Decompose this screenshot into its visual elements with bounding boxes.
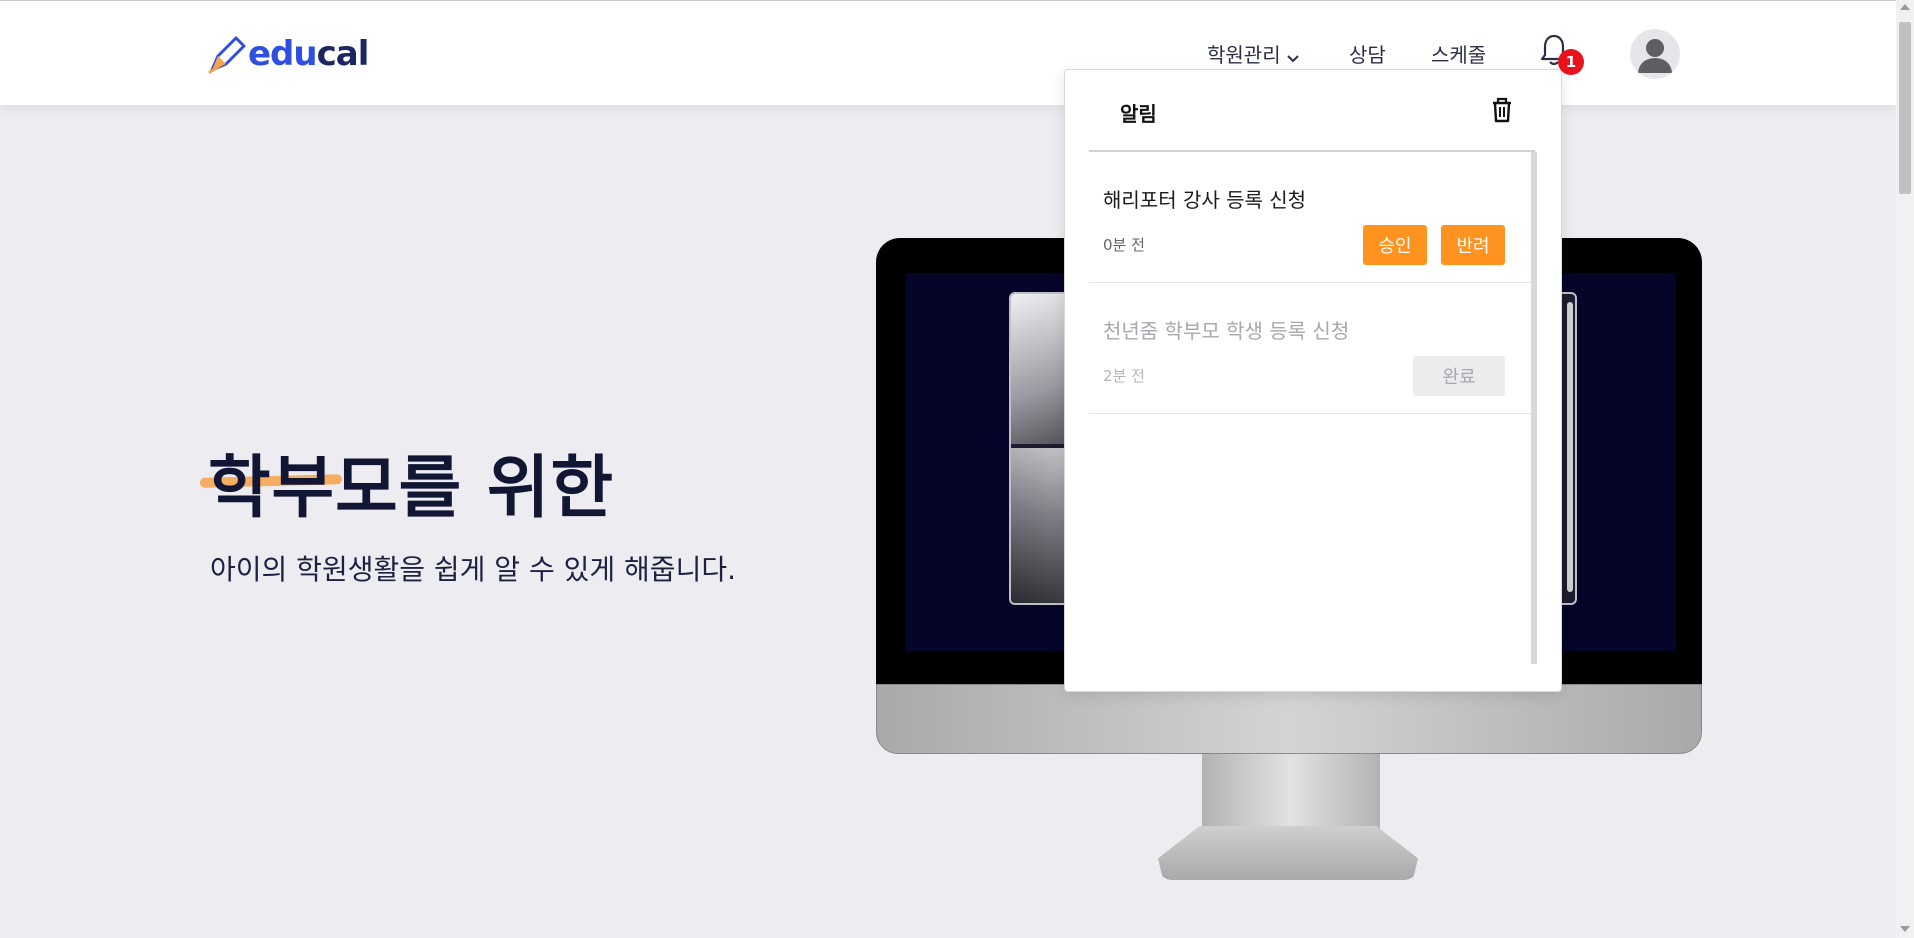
page-scrollbar-thumb[interactable] xyxy=(1899,22,1911,194)
nav-academy-management[interactable]: 학원관리 xyxy=(1207,39,1299,69)
nav-academy-label: 학원관리 xyxy=(1207,43,1281,67)
notification-dropdown: 알림 해리포터 강사 등록 신청 0분 전 승인 반려 천년줌 학부모 학생 등… xyxy=(1064,69,1562,692)
hero-title: 학부모를 위한 xyxy=(208,449,615,528)
notification-scrollbar[interactable] xyxy=(1531,152,1537,664)
pencil-icon xyxy=(208,36,246,74)
educal-logo[interactable]: educal xyxy=(208,31,369,77)
notification-title: 알림 xyxy=(1120,102,1157,126)
reject-button[interactable]: 반려 xyxy=(1441,225,1505,265)
notification-item-time: 0분 전 xyxy=(1103,236,1145,254)
monitor-chin xyxy=(876,684,1702,754)
nav-schedule[interactable]: 스케줄 xyxy=(1431,39,1486,68)
monitor-stand-base xyxy=(1158,826,1418,880)
notification-list: 해리포터 강사 등록 신청 0분 전 승인 반려 천년줌 학부모 학생 등록 신… xyxy=(1089,152,1535,664)
user-avatar[interactable] xyxy=(1630,29,1680,79)
trash-icon[interactable] xyxy=(1489,96,1515,124)
site-header: educal 학원관리 상담 스케줄 1 xyxy=(0,1,1896,105)
done-button[interactable]: 완료 xyxy=(1413,356,1505,396)
scroll-down-arrow-icon[interactable] xyxy=(1900,926,1910,932)
preview-scrollbar xyxy=(1567,302,1573,592)
monitor-stand-neck xyxy=(1202,754,1380,834)
logo-text: educal xyxy=(248,34,369,74)
hero-subtitle: 아이의 학원생활을 쉽게 알 수 있게 해줍니다. xyxy=(210,553,736,586)
notification-item-title: 천년줌 학부모 학생 등록 신청 xyxy=(1103,319,1350,343)
chevron-down-icon xyxy=(1286,45,1299,69)
approve-button[interactable]: 승인 xyxy=(1363,225,1427,265)
user-icon xyxy=(1638,39,1672,73)
notification-item-time: 2분 전 xyxy=(1103,367,1145,385)
scroll-up-arrow-icon[interactable] xyxy=(1900,4,1910,10)
nav-consultation[interactable]: 상담 xyxy=(1349,39,1386,68)
notification-item-title: 해리포터 강사 등록 신청 xyxy=(1103,188,1307,212)
notification-item: 천년줌 학부모 학생 등록 신청 2분 전 완료 xyxy=(1089,283,1535,414)
notification-item: 해리포터 강사 등록 신청 0분 전 승인 반려 xyxy=(1089,152,1535,283)
